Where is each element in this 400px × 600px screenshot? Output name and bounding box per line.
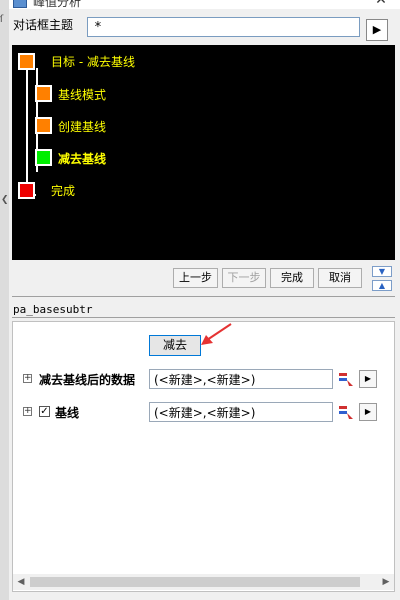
tree-node-goal[interactable] (18, 53, 35, 70)
wizard-step-tree: 目标 - 减去基线 基线模式 创建基线 减去基线 完成 (12, 45, 395, 260)
theme-menu-button[interactable]: ▶ (366, 19, 388, 41)
dialog-theme-input[interactable]: * (87, 17, 360, 37)
divider (12, 317, 395, 318)
title-bar: 峰值分析 ✕ (9, 0, 400, 9)
baseline-field[interactable]: (<新建>,<新建>) (149, 402, 333, 422)
scroll-left-icon[interactable]: ◀ (13, 574, 29, 590)
app-icon (13, 0, 27, 8)
finish-button[interactable]: 完成 (270, 268, 314, 288)
output-data-label: 减去基线后的数据 (39, 373, 136, 387)
window-title: 峰值分析 (33, 0, 82, 9)
range-picker-icon[interactable] (337, 370, 355, 388)
expand-down-icon[interactable]: ▼ (372, 266, 392, 277)
baseline-label: 基线 (55, 406, 80, 420)
horizontal-scrollbar[interactable]: ◀ ▶ (13, 574, 394, 590)
tree-node-finish[interactable] (18, 182, 35, 199)
parameter-panel (12, 321, 395, 592)
cancel-button[interactable]: 取消 (318, 268, 362, 288)
divider (12, 296, 395, 297)
baseline-checkbox[interactable]: ✓ (39, 406, 50, 417)
tree-node-subtract-baseline[interactable] (35, 149, 52, 166)
tree-connector-line (26, 66, 28, 194)
scrollbar-thumb[interactable] (30, 577, 360, 587)
tree-node-baseline-mode[interactable] (35, 85, 52, 102)
next-button[interactable]: 下一步 (222, 268, 266, 288)
tree-label-create-baseline[interactable]: 创建基线 (58, 118, 106, 135)
subtract-button[interactable]: 减去 (149, 335, 201, 356)
background-window-fragment-2: ❮ (1, 195, 9, 205)
peak-analysis-dialog: 峰值分析 ✕ 对话框主题 * ▶ 目标 - 减去基线 基线模式 创建基线 减去基… (9, 0, 400, 600)
output-data-field[interactable]: (<新建>,<新建>) (149, 369, 333, 389)
tree-node-create-baseline[interactable] (35, 117, 52, 134)
range-picker-icon[interactable] (337, 403, 355, 421)
background-window-fragment: ıſ (0, 14, 4, 25)
tree-label-subtract-baseline[interactable]: 减去基线 (58, 150, 106, 167)
collapse-up-icon[interactable]: ▲ (372, 280, 392, 291)
tree-label-goal[interactable]: 目标 - 减去基线 (51, 53, 135, 70)
baseline-menu-button[interactable]: ▶ (359, 403, 377, 421)
expand-icon[interactable]: + (23, 374, 32, 383)
tree-label-baseline-mode[interactable]: 基线模式 (58, 86, 106, 103)
output-data-menu-button[interactable]: ▶ (359, 370, 377, 388)
close-button[interactable]: ✕ (372, 0, 390, 8)
tree-label-finish[interactable]: 完成 (51, 182, 75, 199)
dialog-theme-label: 对话框主题 (13, 18, 74, 32)
scroll-right-icon[interactable]: ▶ (378, 574, 394, 590)
expand-icon[interactable]: + (23, 407, 32, 416)
function-name-label: pa_basesubtr (13, 303, 93, 316)
annotation-arrow-icon (201, 323, 232, 345)
prev-button[interactable]: 上一步 (173, 268, 218, 288)
